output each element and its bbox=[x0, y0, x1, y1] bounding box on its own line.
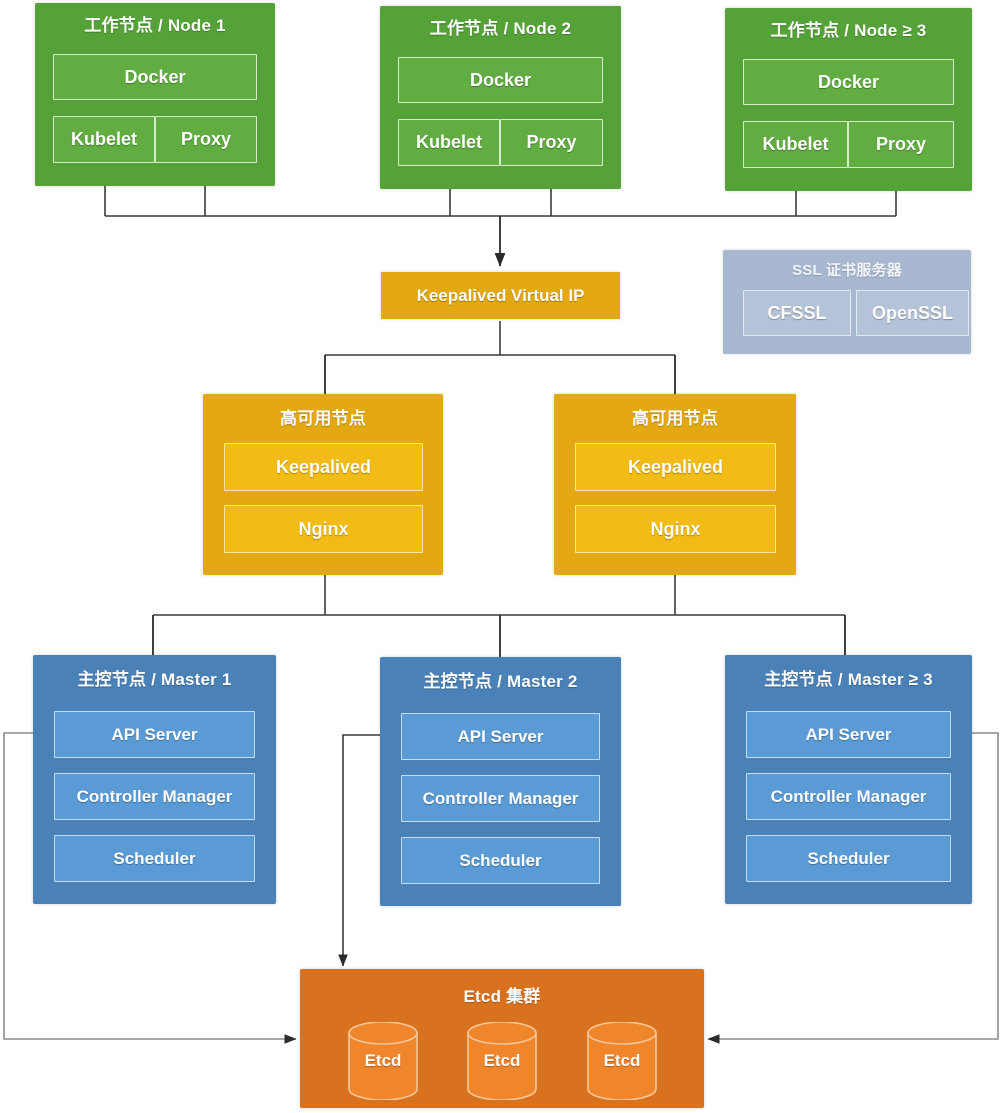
worker-node-1-kubelet[interactable]: Kubelet bbox=[53, 116, 155, 163]
worker-node-2-title: 工作节点 / Node 2 bbox=[429, 19, 572, 38]
master-node-3-title: 主控节点 / Master ≥ 3 bbox=[764, 670, 933, 689]
etcd-member-3[interactable]: Etcd bbox=[586, 1022, 658, 1100]
worker-node-3-proxy[interactable]: Proxy bbox=[848, 121, 954, 168]
etcd-member-1[interactable]: Etcd bbox=[347, 1022, 419, 1100]
worker-node-3-kubelet[interactable]: Kubelet bbox=[743, 121, 848, 168]
master-node-3-api-server[interactable]: API Server bbox=[746, 711, 951, 758]
etcd-cluster[interactable]: Etcd 集群 Etcd Etcd Etcd bbox=[300, 969, 704, 1108]
worker-node-2-docker[interactable]: Docker bbox=[398, 57, 603, 103]
master-node-1-title: 主控节点 / Master 1 bbox=[77, 670, 232, 689]
worker-node-2[interactable]: 工作节点 / Node 2 Docker Kubelet Proxy bbox=[380, 6, 621, 189]
worker-node-1[interactable]: 工作节点 / Node 1 Docker Kubelet Proxy bbox=[35, 3, 275, 186]
master-node-1-scheduler[interactable]: Scheduler bbox=[54, 835, 255, 882]
master-node-2-controller-manager[interactable]: Controller Manager bbox=[401, 775, 600, 822]
ha-node-1-nginx[interactable]: Nginx bbox=[224, 505, 423, 553]
master-node-3[interactable]: 主控节点 / Master ≥ 3 API Server Controller … bbox=[725, 655, 972, 904]
ha-node-1-title: 高可用节点 bbox=[280, 409, 366, 428]
master-node-1-api-server[interactable]: API Server bbox=[54, 711, 255, 758]
ha-node-2-keepalived[interactable]: Keepalived bbox=[575, 443, 776, 491]
ssl-certificate-server[interactable]: SSL 证书服务器 CFSSL OpenSSL bbox=[723, 250, 971, 354]
ha-node-1[interactable]: 高可用节点 Keepalived Nginx bbox=[203, 394, 443, 575]
worker-node-1-proxy[interactable]: Proxy bbox=[155, 116, 257, 163]
worker-node-3-docker[interactable]: Docker bbox=[743, 59, 954, 105]
ha-node-2-nginx[interactable]: Nginx bbox=[575, 505, 776, 553]
etcd-member-2-label: Etcd bbox=[483, 1051, 521, 1070]
master-node-1[interactable]: 主控节点 / Master 1 API Server Controller Ma… bbox=[33, 655, 276, 904]
ssl-tool-openssl[interactable]: OpenSSL bbox=[856, 290, 969, 336]
ha-node-2[interactable]: 高可用节点 Keepalived Nginx bbox=[554, 394, 796, 575]
master-node-2-api-server[interactable]: API Server bbox=[401, 713, 600, 760]
master-node-2-scheduler[interactable]: Scheduler bbox=[401, 837, 600, 884]
keepalived-virtual-ip[interactable]: Keepalived Virtual IP bbox=[381, 272, 620, 319]
master-node-3-controller-manager[interactable]: Controller Manager bbox=[746, 773, 951, 820]
worker-node-3[interactable]: 工作节点 / Node ≥ 3 Docker Kubelet Proxy bbox=[725, 8, 972, 191]
master-node-1-controller-manager[interactable]: Controller Manager bbox=[54, 773, 255, 820]
worker-node-2-kubelet[interactable]: Kubelet bbox=[398, 119, 500, 166]
worker-node-3-title: 工作节点 / Node ≥ 3 bbox=[770, 21, 927, 40]
worker-node-2-proxy[interactable]: Proxy bbox=[500, 119, 603, 166]
ha-node-1-keepalived[interactable]: Keepalived bbox=[224, 443, 423, 491]
ha-node-2-title: 高可用节点 bbox=[632, 409, 718, 428]
etcd-cluster-title: Etcd 集群 bbox=[463, 987, 541, 1006]
master-node-2[interactable]: 主控节点 / Master 2 API Server Controller Ma… bbox=[380, 657, 621, 906]
etcd-member-3-label: Etcd bbox=[603, 1051, 641, 1070]
etcd-member-1-label: Etcd bbox=[364, 1051, 402, 1070]
worker-node-1-docker[interactable]: Docker bbox=[53, 54, 257, 100]
worker-node-1-title: 工作节点 / Node 1 bbox=[84, 16, 226, 35]
master-node-3-scheduler[interactable]: Scheduler bbox=[746, 835, 951, 882]
ssl-tool-cfssl[interactable]: CFSSL bbox=[743, 290, 851, 336]
etcd-member-2[interactable]: Etcd bbox=[466, 1022, 538, 1100]
diagram-canvas: 工作节点 / Node 1 Docker Kubelet Proxy 工作节点 … bbox=[0, 0, 1002, 1113]
master-node-2-title: 主控节点 / Master 2 bbox=[423, 672, 578, 691]
ssl-certificate-server-title: SSL 证书服务器 bbox=[792, 262, 902, 279]
